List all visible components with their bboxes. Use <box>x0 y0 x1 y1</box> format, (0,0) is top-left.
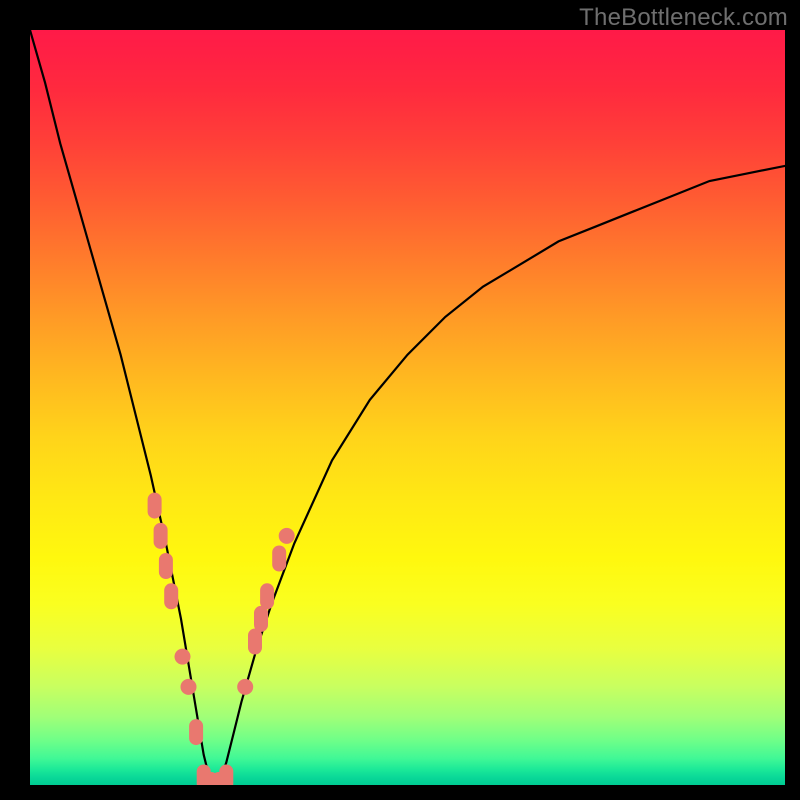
bottleneck-curve <box>30 30 785 785</box>
marker-pill <box>164 583 178 609</box>
plot-area <box>30 30 785 785</box>
marker-pill <box>189 719 203 745</box>
marker-pill <box>159 553 173 579</box>
chart-frame: TheBottleneck.com <box>0 0 800 800</box>
marker-pill <box>219 765 233 786</box>
marker-dot <box>175 649 191 665</box>
marker-dot <box>279 528 295 544</box>
marker-pill <box>148 493 162 519</box>
watermark-text: TheBottleneck.com <box>579 4 788 32</box>
marker-pill <box>260 583 274 609</box>
marker-dot <box>181 679 197 695</box>
marker-pill <box>204 772 218 785</box>
marker-dot <box>237 679 253 695</box>
curve-layer <box>30 30 785 785</box>
curve-markers <box>148 493 295 785</box>
marker-pill <box>254 606 268 632</box>
marker-pill <box>197 765 211 786</box>
marker-pill <box>154 523 168 549</box>
marker-pill <box>272 546 286 572</box>
marker-pill <box>248 629 262 655</box>
marker-pill <box>212 772 226 785</box>
